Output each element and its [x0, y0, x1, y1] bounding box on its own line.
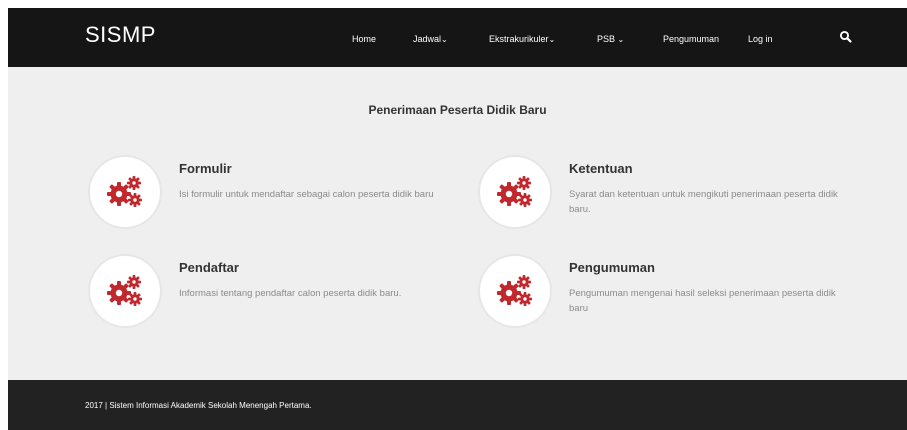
brand-logo[interactable]: SISMP: [85, 22, 156, 48]
feature-description: Pengumuman mengenai hasil seleksi peneri…: [569, 288, 836, 314]
feature-title[interactable]: Ketentuan: [569, 161, 633, 176]
feature-description: Informasi tentang pendaftar calon pesert…: [179, 288, 402, 299]
feature-title[interactable]: Pengumuman: [569, 260, 655, 275]
nav-home[interactable]: Home: [352, 34, 376, 44]
gears-icon: [497, 176, 532, 207]
chevron-down-icon: ⌄: [617, 35, 625, 44]
feature-ketentuan[interactable]: Ketentuan Syarat dan ketentuan untuk men…: [480, 157, 860, 237]
feature-description: Isi formulir untuk mendaftar sebagai cal…: [179, 189, 434, 200]
nav-ekstra-label: Ekstrakurikuler: [489, 34, 549, 44]
feature-icon-circle: [90, 256, 160, 326]
feature-pendaftar[interactable]: Pendaftar Informasi tentang pendaftar ca…: [90, 256, 470, 336]
nav-ekstrakurikuler[interactable]: Ekstrakurikuler⌄: [489, 34, 555, 44]
nav-login-label: Log in: [748, 34, 773, 44]
navbar: SISMP Home Jadwal⌄ Ekstrakurikuler⌄ PSB …: [8, 8, 907, 67]
main-content: Penerimaan Peserta Didik Baru Formulir I…: [8, 67, 907, 380]
feature-title[interactable]: Formulir: [179, 161, 232, 176]
nav-psb-label: PSB: [597, 34, 616, 44]
nav-login[interactable]: Log in: [748, 34, 773, 44]
search-icon[interactable]: [839, 30, 853, 44]
feature-pengumuman[interactable]: Pengumuman Pengumuman mengenai hasil sel…: [480, 256, 860, 336]
chevron-down-icon: ⌄: [548, 35, 556, 44]
nav-home-label: Home: [352, 34, 377, 44]
footer-text: 2017 | Sistem Informasi Akademik Sekolah…: [85, 401, 312, 410]
chevron-down-icon: ⌄: [441, 35, 448, 44]
feature-icon-circle: [90, 157, 160, 227]
nav-psb[interactable]: PSB ⌄: [597, 34, 624, 44]
gears-icon: [107, 275, 142, 306]
nav-pengumuman-label: Pengumuman: [663, 34, 720, 44]
feature-icon-circle: [480, 256, 550, 326]
nav-jadwal[interactable]: Jadwal⌄: [413, 34, 448, 44]
footer: 2017 | Sistem Informasi Akademik Sekolah…: [8, 380, 907, 430]
feature-formulir[interactable]: Formulir Isi formulir untuk mendaftar se…: [90, 157, 470, 237]
gears-icon: [107, 176, 142, 207]
section-title: Penerimaan Peserta Didik Baru: [368, 103, 547, 117]
feature-icon-circle: [480, 157, 550, 227]
feature-title[interactable]: Pendaftar: [179, 260, 239, 275]
nav-pengumuman[interactable]: Pengumuman: [663, 34, 719, 44]
feature-description: Syarat dan ketentuan untuk mengikuti pen…: [569, 189, 838, 215]
nav-jadwal-label: Jadwal: [413, 34, 442, 44]
page: SISMP Home Jadwal⌄ Ekstrakurikuler⌄ PSB …: [8, 8, 907, 430]
gears-icon: [497, 275, 532, 306]
